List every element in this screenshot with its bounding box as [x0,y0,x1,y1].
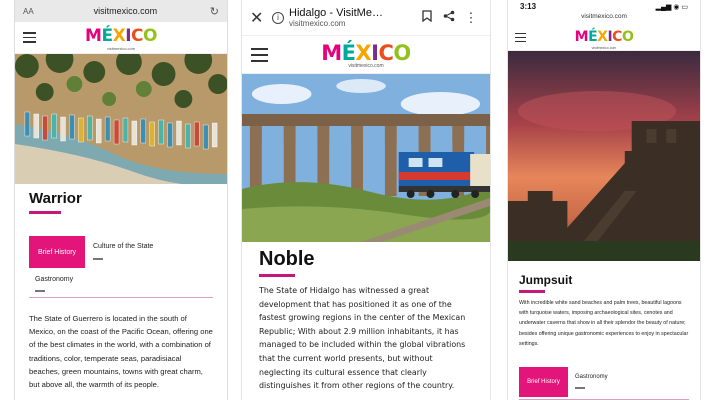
logo-word: MÉXICO [321,41,411,65]
screenshot-hidalgo: ✕ i Hidalgo - VisitMe… visitmexico.com ⋮… [241,0,491,400]
train-illustration [398,152,490,198]
status-icons: ▂▄▆ ◉ ▭ [655,3,688,11]
screenshot-guerrero: AA visitmexico.com ↻ MÉXICO visitmexico.… [14,0,228,400]
browser-toolbar: ✕ i Hidalgo - VisitMe… visitmexico.com ⋮ [242,0,490,36]
tab-indicator [575,386,585,389]
visitmexico-logo[interactable]: MÉXICO visitmexico.com [242,41,490,69]
bookmark-icon[interactable] [416,10,438,25]
tab-row: Brief History Gastronomy [519,366,689,397]
site-header: MÉXICO visitmexico.com [242,36,490,74]
site-header: MÉXICO visitmexico.com [508,25,700,51]
tab-indicator [93,258,103,260]
tab-indicator [35,290,45,292]
ios-status-bar: 3:13 ▂▄▆ ◉ ▭ [508,0,700,13]
tab-title-block[interactable]: Hidalgo - VisitMe… visitmexico.com [289,7,416,28]
logo-subtitle: visitmexico.com [591,46,617,50]
aqueduct-train-illustration [242,74,490,242]
tab-gastronomy[interactable]: Gastronomy [29,276,213,292]
title-underline [29,211,61,214]
tab-title: Hidalgo - VisitMe… [289,7,383,19]
reader-aa-button[interactable]: AA [23,7,41,16]
title-underline [259,274,295,277]
tab-brief-history[interactable]: Brief History [29,236,85,268]
status-time: 3:13 [520,2,537,11]
tab-gastronomy[interactable]: Gastronomy [575,374,608,389]
reload-icon[interactable]: ↻ [210,5,219,18]
page-title: Warrior [29,190,82,207]
description-text: The State of Guerrero is located in the … [29,314,213,390]
screenshot-quintana-roo: 3:13 ▂▄▆ ◉ ▭ visitmexico.com MÉXICO visi… [507,0,701,400]
tab-url: visitmexico.com [289,19,346,28]
logo-subtitle: visitmexico.com [348,63,384,69]
page-title: Noble [259,248,315,270]
hero-image-pyramid-sunset [508,51,700,261]
hero-image-boats-beach [15,54,227,184]
logo-subtitle: visitmexico.com [106,46,136,51]
tab-brief-history[interactable]: Brief History [519,366,568,397]
title-underline [519,290,545,293]
pyramid-sunset-illustration [508,51,700,261]
description-text: With incredible white sand beaches and p… [519,299,689,348]
tabs-divider [29,297,213,298]
info-icon[interactable]: i [272,11,284,24]
tab-culture-of-the-state[interactable]: Culture of the State [93,243,153,260]
share-icon[interactable] [438,10,460,25]
boats-beach-illustration [15,54,227,184]
tab-label: Gastronomy [575,373,608,380]
close-icon[interactable]: ✕ [250,8,272,28]
page-title: Jumpsuit [519,273,573,287]
logo-word: MÉXICO [574,29,634,45]
tabs-divider [519,398,689,400]
url-text[interactable]: visitmexico.com [508,13,700,25]
tab-label: Culture of the State [93,243,154,250]
visitmexico-logo[interactable]: MÉXICO visitmexico.com [508,28,700,50]
description-text: The State of Hidalgo has witnessed a gre… [259,286,466,391]
more-vert-icon[interactable]: ⋮ [460,10,482,26]
logo-word: MÉXICO [85,26,157,46]
tab-row: Brief History Culture of the State [29,236,213,268]
hero-image-aqueduct-train [242,74,490,242]
site-header: MÉXICO visitmexico.com [15,22,227,54]
tab-label: Gastronomy [35,276,74,283]
visitmexico-logo[interactable]: MÉXICO visitmexico.com [15,26,227,51]
url-text[interactable]: visitmexico.com [41,6,210,16]
browser-url-bar[interactable]: AA visitmexico.com ↻ [15,0,227,22]
